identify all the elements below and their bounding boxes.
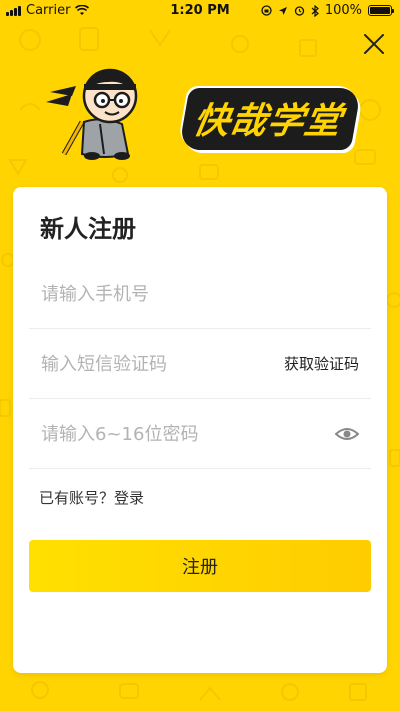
status-bar: Carrier 1:20 PM 100% — [0, 0, 400, 22]
register-button[interactable]: 注册 — [29, 540, 371, 592]
rotation-lock-icon — [261, 5, 272, 16]
mascot-icon — [46, 68, 138, 160]
page-title: 新人注册 — [40, 215, 136, 243]
battery-percent: 100% — [324, 3, 362, 18]
sms-code-field: 获取验证码 — [29, 329, 371, 399]
register-card: 新人注册 获取验证码 已有账号？登录 注册 — [13, 187, 387, 673]
alarm-icon — [294, 6, 304, 16]
app-logo: 快哉学堂 — [42, 62, 362, 162]
password-field — [29, 399, 371, 469]
phone-field — [29, 259, 371, 329]
sms-code-input[interactable] — [39, 329, 283, 399]
bluetooth-icon — [311, 4, 319, 17]
phone-input[interactable] — [39, 259, 283, 329]
get-code-button[interactable]: 获取验证码 — [284, 353, 359, 374]
logo-text: 快哉学堂 — [178, 88, 362, 150]
password-input[interactable] — [39, 399, 283, 469]
close-icon[interactable] — [362, 32, 386, 56]
login-link[interactable]: 已有账号？登录 — [39, 487, 144, 508]
battery-icon — [368, 5, 394, 16]
location-icon — [278, 6, 287, 15]
eye-icon[interactable] — [335, 422, 359, 446]
status-right: 100% — [261, 3, 394, 18]
